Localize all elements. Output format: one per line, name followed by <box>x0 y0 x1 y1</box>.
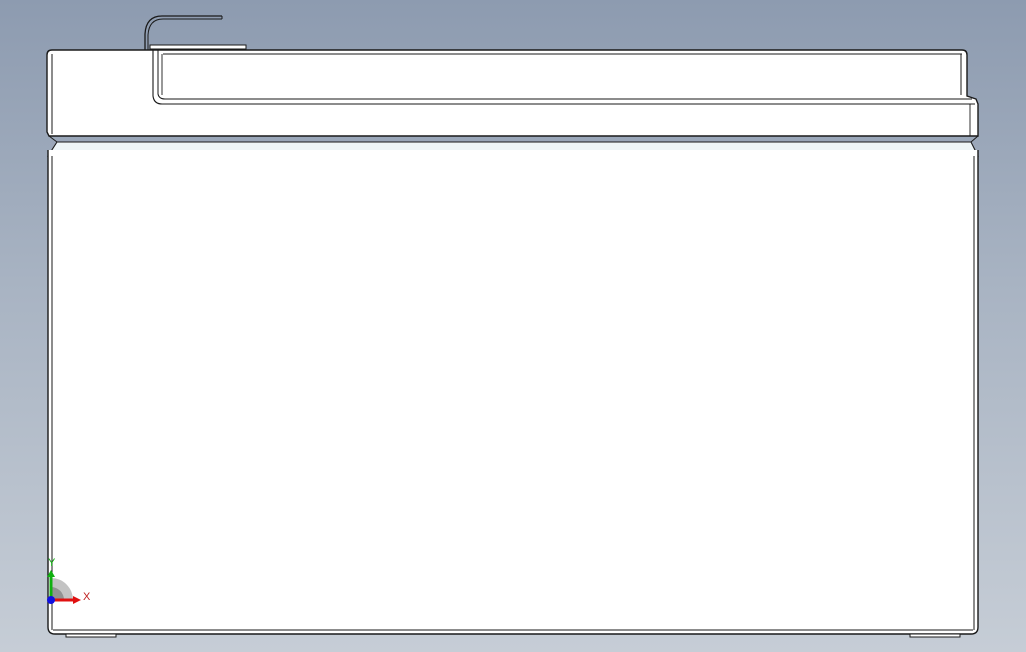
battery-case[interactable] <box>47 150 979 635</box>
graphics-viewport[interactable]: X Y <box>0 0 1026 652</box>
x-axis-label: X <box>83 591 91 603</box>
terminal-lead[interactable] <box>144 15 247 50</box>
battery-lid[interactable] <box>46 49 979 137</box>
model-view[interactable]: X Y <box>0 0 1026 652</box>
z-axis-dot <box>47 596 55 604</box>
left-foot <box>65 633 117 638</box>
right-foot <box>909 633 961 638</box>
y-axis-label: Y <box>48 557 56 569</box>
